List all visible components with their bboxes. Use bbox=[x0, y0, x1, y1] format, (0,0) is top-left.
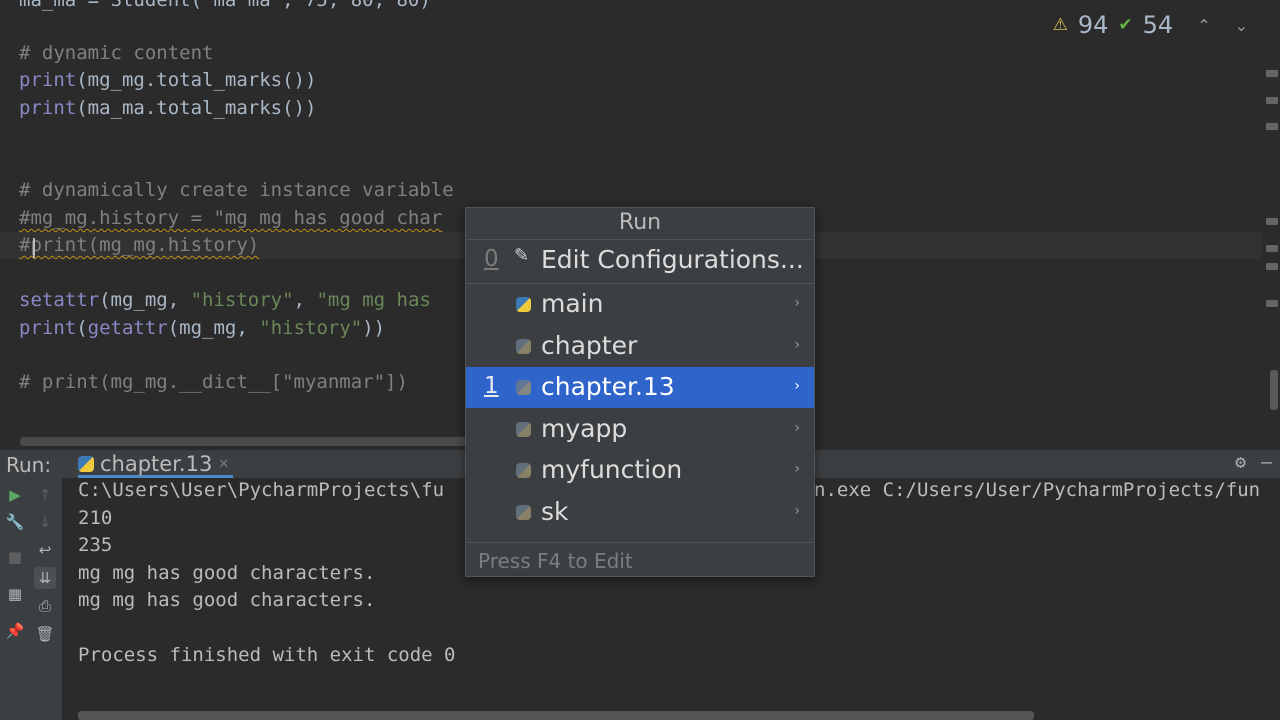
code-line[interactable]: ma_ma = Student("ma ma", 75, 80, 80) bbox=[19, 0, 431, 13]
pin-icon[interactable]: 📌 bbox=[4, 620, 26, 642]
editor-horizontal-scrollbar[interactable] bbox=[20, 437, 480, 446]
menu-item-myfunction[interactable]: myfunction › bbox=[466, 450, 814, 491]
chevron-right-icon: › bbox=[794, 461, 800, 477]
python-icon bbox=[516, 297, 531, 312]
item-label: main bbox=[541, 289, 604, 318]
menu-item-myapp[interactable]: myapp › bbox=[466, 409, 814, 450]
popup-title: Run bbox=[618, 210, 662, 235]
chevron-right-icon: › bbox=[794, 295, 800, 311]
soft-wrap-icon[interactable]: ↩ bbox=[34, 539, 56, 561]
run-configurations-popup: Run 0 ✎ Edit Configurations... main › ch… bbox=[465, 207, 815, 577]
print-icon[interactable]: ⎙ bbox=[34, 595, 56, 617]
chevron-right-icon: › bbox=[794, 503, 800, 519]
console-output-line: n.exe C:/Users/User/PycharmProjects/fun bbox=[814, 479, 1261, 501]
rerun-icon[interactable]: ▶ bbox=[4, 484, 26, 506]
text-cursor bbox=[33, 238, 35, 258]
item-label: sk bbox=[541, 497, 569, 526]
python-icon bbox=[516, 380, 531, 395]
python-icon bbox=[516, 422, 531, 437]
chevron-up-icon[interactable]: ⌃ bbox=[1197, 16, 1210, 35]
arrow-up-icon[interactable]: ↑ bbox=[34, 484, 56, 506]
item-label: myfunction bbox=[541, 455, 683, 484]
stop-icon[interactable]: ■ bbox=[4, 546, 26, 568]
console-horizontal-scrollbar[interactable] bbox=[78, 711, 1034, 720]
scroll-marker[interactable] bbox=[1266, 97, 1278, 104]
menu-item-chapter[interactable]: chapter › bbox=[466, 326, 814, 367]
item-number: 1 bbox=[484, 373, 499, 399]
scroll-marker[interactable] bbox=[1266, 70, 1278, 77]
item-label: myapp bbox=[541, 414, 628, 443]
scroll-marker[interactable] bbox=[1266, 300, 1278, 307]
code-line[interactable]: # dynamic content bbox=[19, 40, 213, 66]
gear-icon[interactable]: ⚙ bbox=[1235, 452, 1246, 473]
console-output-line: Process finished with exit code 0 bbox=[78, 644, 456, 666]
menu-item-edit-configurations[interactable]: 0 ✎ Edit Configurations... bbox=[466, 240, 814, 281]
tab-label: chapter.13 bbox=[100, 452, 213, 476]
console-output-line: 210 bbox=[78, 507, 113, 529]
python-icon bbox=[516, 339, 531, 354]
warning-triangle-icon: ⚠ bbox=[1052, 15, 1068, 35]
python-icon bbox=[516, 463, 531, 478]
check-icon: ✔ bbox=[1118, 15, 1133, 35]
weak-warnings-count: 54 bbox=[1142, 11, 1174, 39]
code-line[interactable]: #mg_mg.history = "mg mg has good char bbox=[19, 205, 442, 231]
console-output-line: mg mg has good characters. bbox=[78, 562, 376, 584]
warnings-count: 94 bbox=[1077, 11, 1109, 39]
chevron-down-icon[interactable]: ⌄ bbox=[1235, 16, 1248, 35]
item-number: 0 bbox=[484, 246, 499, 272]
pencil-icon: ✎ bbox=[514, 245, 530, 266]
divider bbox=[466, 542, 814, 543]
popup-hint: Press F4 to Edit bbox=[478, 549, 633, 573]
run-panel-title: Run: bbox=[6, 453, 52, 477]
item-label: chapter bbox=[541, 331, 638, 360]
wrench-icon[interactable]: 🔧 bbox=[4, 511, 26, 533]
console-output-line: 235 bbox=[78, 534, 113, 556]
console-output-line: mg mg has good characters. bbox=[78, 589, 376, 611]
chevron-right-icon: › bbox=[794, 378, 800, 394]
trash-icon[interactable]: 🗑 bbox=[34, 623, 56, 645]
python-icon bbox=[78, 456, 94, 472]
menu-item-chapter-13[interactable]: 1 chapter.13 › bbox=[466, 367, 814, 408]
tab-chapter-13[interactable]: chapter.13 ✕ bbox=[78, 452, 234, 478]
scroll-marker[interactable] bbox=[1266, 245, 1278, 252]
item-label: Edit Configurations... bbox=[541, 245, 804, 274]
minimize-icon[interactable]: — bbox=[1261, 452, 1272, 473]
code-line[interactable]: print(ma_ma.total_marks()) bbox=[19, 95, 316, 121]
python-icon bbox=[516, 505, 531, 520]
console-output-line: C:\Users\User\PycharmProjects\fu bbox=[78, 479, 445, 501]
scroll-marker[interactable] bbox=[1266, 123, 1278, 130]
menu-item-main[interactable]: main › bbox=[466, 284, 814, 325]
scroll-marker[interactable] bbox=[1266, 263, 1278, 270]
item-label: chapter.13 bbox=[541, 372, 675, 401]
scroll-to-end-icon[interactable]: ⇊ bbox=[34, 567, 56, 589]
layout-icon[interactable]: ▦ bbox=[4, 583, 26, 605]
scroll-marker[interactable] bbox=[1266, 218, 1278, 225]
inspection-widget[interactable]: ⚠ 94 ✔ 54 ⌃ ⌄ bbox=[1053, 10, 1248, 40]
arrow-down-icon[interactable]: ↓ bbox=[34, 511, 56, 533]
code-line[interactable]: setattr(mg_mg, "history", "mg mg has bbox=[19, 287, 431, 313]
menu-item-sk[interactable]: sk › bbox=[466, 492, 814, 533]
run-toolbar: ▶ ↑ 🔧 ↓ ■ ↩ ⇊ ▦ ⎙ 📌 🗑 bbox=[0, 478, 62, 720]
editor-vertical-scrollbar[interactable] bbox=[1270, 370, 1278, 410]
chevron-right-icon: › bbox=[794, 420, 800, 436]
code-line[interactable]: #print(mg_mg.history) bbox=[19, 232, 259, 258]
code-line[interactable]: # print(mg_mg.__dict__["myanmar"]) bbox=[19, 369, 408, 395]
code-line[interactable]: print(mg_mg.total_marks()) bbox=[19, 67, 316, 93]
code-line[interactable]: # dynamically create instance variable bbox=[19, 177, 454, 203]
close-icon[interactable]: ✕ bbox=[218, 457, 229, 472]
chevron-right-icon: › bbox=[794, 337, 800, 353]
code-line[interactable]: print(getattr(mg_mg, "history")) bbox=[19, 315, 385, 341]
